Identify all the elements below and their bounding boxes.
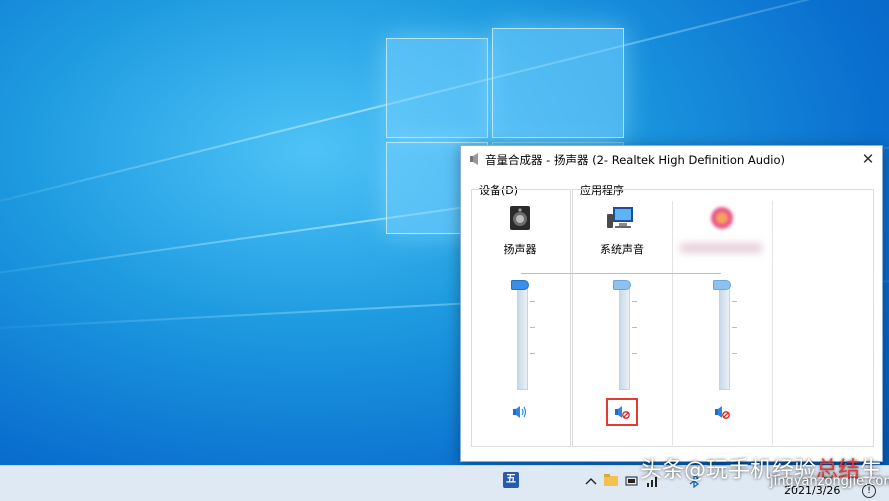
slider-tick — [732, 327, 737, 328]
slider-tick — [530, 327, 535, 328]
volume-mixer-window: 音量合成器 - 扬声器 (2- Realtek High Definition … — [460, 145, 883, 462]
watermark-text: 头条@玩手机 — [640, 458, 773, 483]
battery-icon[interactable] — [625, 476, 639, 486]
window-title: 音量合成器 - 扬声器 (2- Realtek High Definition … — [485, 153, 786, 167]
windows-logo-pane — [492, 28, 624, 138]
speaker-device-icon[interactable] — [507, 205, 533, 231]
ime-indicator[interactable]: 五 — [503, 472, 519, 488]
windows-logo-pane — [386, 38, 488, 138]
volume-fill — [720, 285, 729, 389]
volume-slider-track[interactable] — [619, 284, 630, 390]
mute-toggle-button[interactable] — [505, 399, 535, 425]
slider-tick — [632, 353, 637, 354]
system-sounds-icon[interactable] — [607, 205, 637, 231]
speaker-unmuted-icon — [513, 406, 527, 418]
volume-slider-thumb[interactable] — [613, 280, 631, 290]
slider-tick — [732, 301, 737, 302]
channel-name: 系统声音 — [600, 243, 644, 256]
speaker-icon — [470, 153, 478, 165]
channel-speaker: 扬声器 — [471, 201, 569, 441]
slider-tick — [530, 353, 535, 354]
window-titlebar[interactable]: 音量合成器 - 扬声器 (2- Realtek High Definition … — [461, 146, 882, 172]
channel-app — [673, 201, 771, 441]
slider-tick — [732, 353, 737, 354]
speaker-muted-icon — [715, 406, 730, 419]
column-separator — [772, 201, 773, 445]
watermark-url: jingyanzongjie.com — [770, 474, 889, 489]
chevron-up-icon[interactable] — [585, 476, 597, 486]
volume-fill — [518, 285, 527, 389]
slider-tick — [530, 301, 535, 302]
volume-fill — [620, 285, 629, 389]
channel-name: 扬声器 — [503, 243, 537, 256]
channel-system-sounds: 系统声音 — [573, 201, 671, 441]
close-button[interactable]: ✕ — [858, 150, 878, 168]
app-icon-blurred[interactable] — [709, 205, 735, 231]
mute-toggle-button[interactable] — [707, 399, 737, 425]
watermark: 头条@玩手机经验总结生 jingyanzongjie.com — [640, 452, 889, 489]
folder-icon[interactable] — [603, 473, 619, 487]
slider-tick — [632, 327, 637, 328]
blurred-app-name — [679, 243, 763, 253]
slider-tick — [632, 301, 637, 302]
volume-slider-thumb[interactable] — [713, 280, 731, 290]
volume-slider-thumb[interactable] — [511, 280, 529, 290]
volume-slider-track[interactable] — [517, 284, 528, 390]
volume-slider-track[interactable] — [719, 284, 730, 390]
mute-toggle-button[interactable] — [606, 398, 638, 426]
speaker-muted-icon — [615, 406, 630, 419]
